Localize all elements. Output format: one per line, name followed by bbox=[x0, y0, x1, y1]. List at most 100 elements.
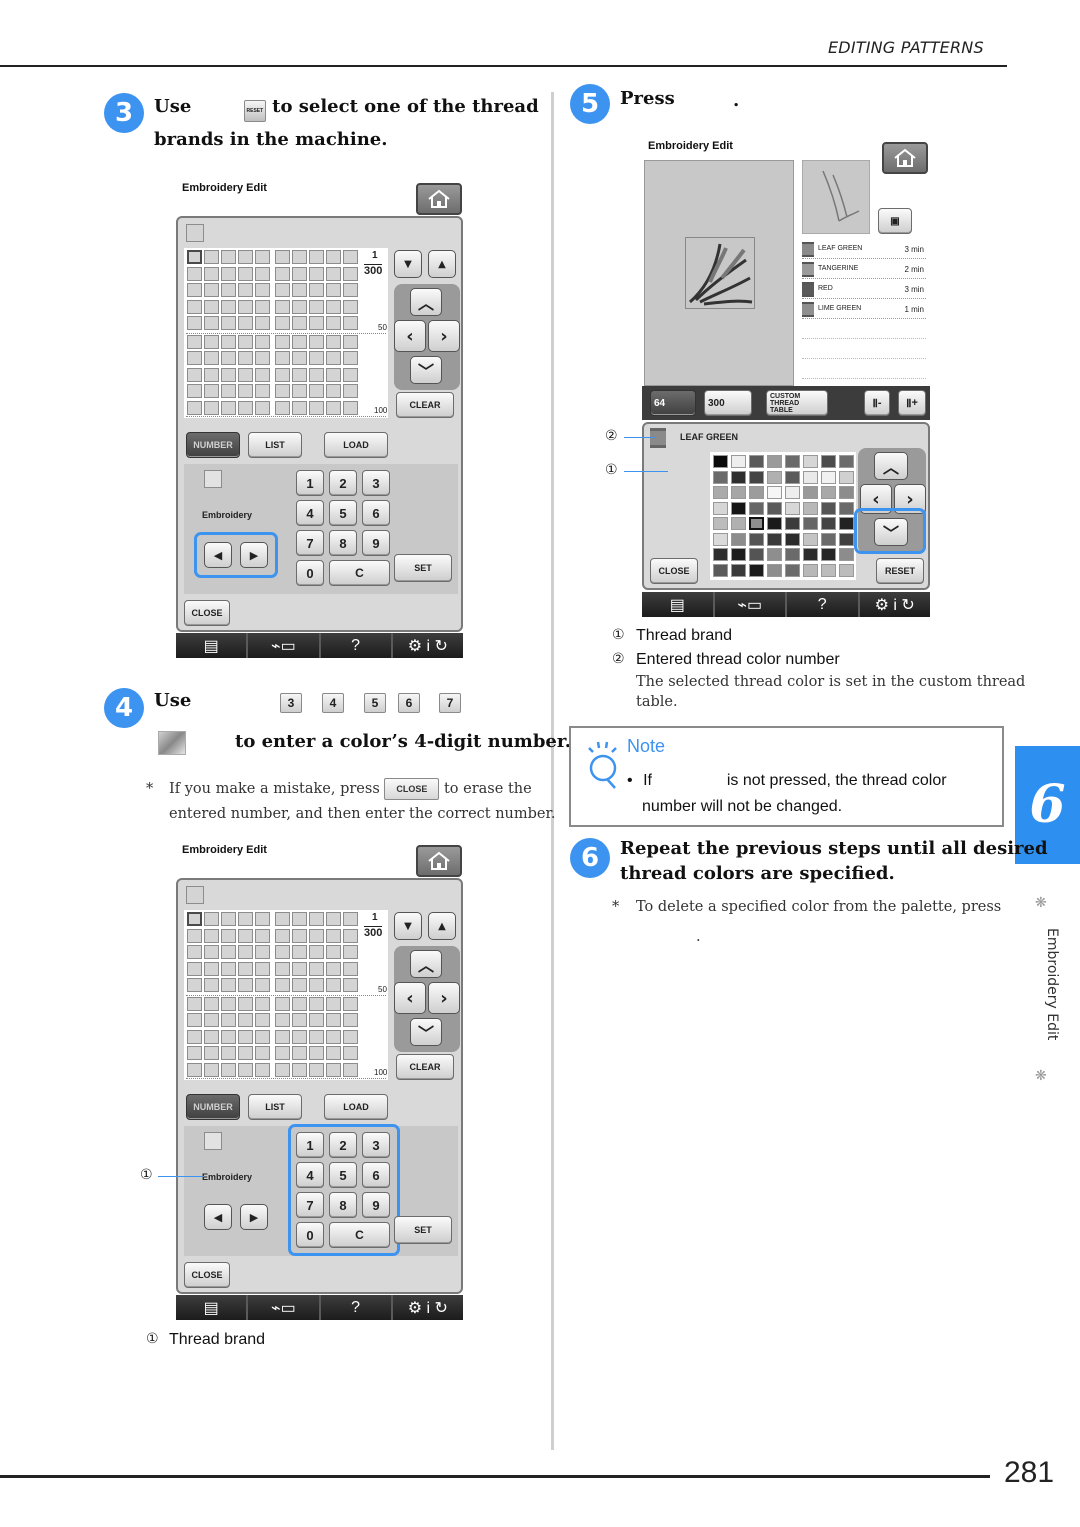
close-button[interactable]: CLOSE bbox=[184, 1262, 230, 1288]
thread-slot[interactable] bbox=[343, 1062, 358, 1077]
thread-slot[interactable] bbox=[204, 299, 219, 314]
thread-slot[interactable] bbox=[292, 351, 307, 365]
thread-slot[interactable] bbox=[238, 266, 253, 281]
thread-slot[interactable] bbox=[275, 1046, 290, 1060]
palette-color-swatch[interactable] bbox=[803, 486, 818, 499]
palette-color-swatch[interactable] bbox=[731, 548, 746, 561]
thread-slot[interactable] bbox=[238, 250, 253, 264]
thread-slot[interactable] bbox=[343, 1029, 358, 1044]
thread-slot[interactable] bbox=[238, 1046, 253, 1060]
thread-slot[interactable] bbox=[275, 266, 290, 281]
thread-slot[interactable] bbox=[187, 316, 202, 330]
tab-list[interactable]: LIST bbox=[248, 1094, 302, 1120]
thread-slot[interactable] bbox=[309, 283, 324, 297]
palette-color-swatch[interactable] bbox=[767, 532, 782, 546]
thread-slot[interactable] bbox=[204, 250, 219, 264]
palette-color-swatch[interactable] bbox=[731, 563, 746, 577]
palette-color-swatch[interactable] bbox=[713, 455, 728, 468]
move-left-button[interactable]: ‹ bbox=[394, 320, 426, 352]
palette-color-swatch[interactable] bbox=[713, 563, 728, 577]
thread-slot[interactable] bbox=[255, 384, 270, 398]
palette-color-swatch[interactable] bbox=[767, 470, 782, 484]
thread-slot[interactable] bbox=[238, 1013, 253, 1027]
thread-slot[interactable] bbox=[255, 928, 270, 943]
clear-button[interactable]: CLEAR bbox=[396, 392, 454, 418]
machine-button[interactable]: ⌁▭ bbox=[248, 633, 321, 658]
settings-button[interactable]: ⚙ i ↻ bbox=[392, 633, 463, 658]
palette-color-swatch[interactable] bbox=[803, 517, 818, 530]
frame-button[interactable]: ▣ bbox=[878, 208, 912, 234]
palette-color-swatch[interactable] bbox=[839, 501, 854, 515]
keypad-key[interactable]: 4 bbox=[296, 500, 324, 526]
palette-color-swatch[interactable] bbox=[803, 470, 818, 484]
home-button[interactable] bbox=[882, 142, 928, 174]
palette-color-swatch[interactable] bbox=[803, 455, 818, 468]
thread-slot[interactable] bbox=[343, 316, 358, 330]
thread-slot[interactable] bbox=[255, 283, 270, 297]
thread-slot[interactable] bbox=[275, 912, 290, 926]
thread-slot[interactable] bbox=[221, 961, 236, 976]
palette-color-swatch[interactable] bbox=[821, 532, 836, 546]
thread-slot[interactable] bbox=[343, 961, 358, 976]
palette-color-swatch[interactable] bbox=[767, 517, 782, 530]
palette-color-swatch[interactable] bbox=[767, 455, 782, 468]
thread-slot[interactable] bbox=[238, 1062, 253, 1077]
palette-color-swatch[interactable] bbox=[839, 548, 854, 561]
thread-slot[interactable] bbox=[309, 367, 324, 382]
palette-color-swatch[interactable] bbox=[749, 455, 764, 468]
palette-color-swatch[interactable] bbox=[839, 455, 854, 468]
thread-slot[interactable] bbox=[343, 400, 358, 415]
thread-slot[interactable] bbox=[292, 1013, 307, 1027]
keypad-key[interactable]: 3 bbox=[362, 470, 390, 496]
thread-slot[interactable] bbox=[275, 928, 290, 943]
palette-color-swatch[interactable] bbox=[785, 501, 800, 515]
page-display-button[interactable]: ▤ bbox=[642, 592, 715, 617]
palette-64-button[interactable]: 64 bbox=[650, 390, 696, 416]
move-down-button[interactable]: ﹀ bbox=[410, 356, 442, 384]
palette-color-swatch[interactable] bbox=[767, 486, 782, 499]
palette-color-swatch[interactable] bbox=[731, 532, 746, 546]
keypad-clear-key[interactable]: C bbox=[329, 1222, 390, 1248]
settings-button[interactable]: ⚙ i ↻ bbox=[392, 1295, 463, 1320]
palette-color-swatch[interactable] bbox=[803, 532, 818, 546]
thread-slot[interactable] bbox=[255, 961, 270, 976]
page-up-button[interactable]: ▲ bbox=[428, 250, 456, 278]
move-right-button[interactable]: › bbox=[428, 982, 460, 1014]
palette-color-swatch[interactable] bbox=[749, 501, 764, 515]
thread-slot[interactable] bbox=[221, 266, 236, 281]
thread-slot[interactable] bbox=[238, 400, 253, 415]
thread-slot[interactable] bbox=[238, 996, 253, 1011]
thread-slot[interactable] bbox=[309, 996, 324, 1011]
palette-color-swatch[interactable] bbox=[731, 501, 746, 515]
page-down-button[interactable]: ▼ bbox=[394, 912, 422, 940]
thread-list-item[interactable]: TANGERINE 2 min bbox=[802, 260, 926, 279]
keypad-key[interactable]: 9 bbox=[362, 1192, 390, 1218]
thread-slot[interactable] bbox=[221, 250, 236, 264]
thread-slot[interactable] bbox=[292, 912, 307, 926]
keypad-key[interactable]: 2 bbox=[329, 1132, 357, 1158]
palette-color-swatch[interactable] bbox=[839, 470, 854, 484]
palette-300-button[interactable]: 300 bbox=[704, 390, 752, 416]
thread-slot[interactable] bbox=[255, 367, 270, 382]
thread-slot[interactable] bbox=[343, 1013, 358, 1027]
move-up-button[interactable]: ︿ bbox=[410, 950, 442, 978]
thread-slot[interactable] bbox=[221, 351, 236, 365]
palette-color-swatch[interactable] bbox=[821, 563, 836, 577]
thread-slot[interactable] bbox=[238, 945, 253, 959]
thread-slot[interactable] bbox=[343, 912, 358, 926]
thread-slot[interactable] bbox=[255, 316, 270, 330]
thread-slot[interactable] bbox=[292, 1029, 307, 1044]
thread-slot[interactable] bbox=[187, 334, 202, 349]
thread-slot[interactable] bbox=[292, 996, 307, 1011]
thread-slot[interactable] bbox=[343, 367, 358, 382]
palette-color-swatch[interactable] bbox=[713, 470, 728, 484]
keypad-key[interactable]: 8 bbox=[329, 1192, 357, 1218]
thread-slot[interactable] bbox=[204, 1062, 219, 1077]
thread-slot[interactable] bbox=[326, 928, 341, 943]
thread-slot[interactable] bbox=[204, 384, 219, 398]
thread-list-item[interactable]: LIME GREEN 1 min bbox=[802, 300, 926, 319]
thread-slot[interactable] bbox=[343, 250, 358, 264]
palette-color-swatch[interactable] bbox=[767, 563, 782, 577]
palette-color-swatch[interactable] bbox=[731, 517, 746, 530]
palette-color-swatch[interactable] bbox=[749, 470, 764, 484]
